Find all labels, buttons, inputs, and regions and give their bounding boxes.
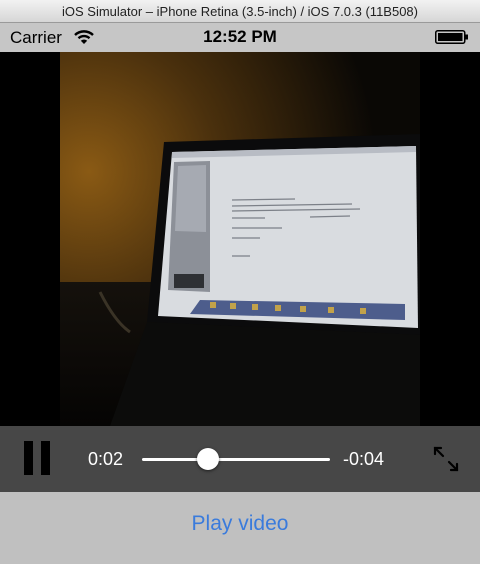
elapsed-time: 0:02 xyxy=(88,449,124,469)
progress-thumb[interactable] xyxy=(196,448,219,470)
video-view[interactable] xyxy=(0,52,480,426)
status-bar: Carrier 12:52 PM xyxy=(0,23,480,52)
play-video-button[interactable]: Play video xyxy=(0,512,480,536)
pause-icon[interactable] xyxy=(22,441,52,475)
battery-icon xyxy=(435,30,468,44)
video-frame xyxy=(60,52,420,426)
remaining-time: -0:04 xyxy=(343,449,385,469)
status-time: 12:52 PM xyxy=(203,27,277,46)
progress-track xyxy=(207,458,330,461)
fullscreen-icon[interactable] xyxy=(432,445,460,473)
simulator-title: iOS Simulator – iPhone Retina (3.5-inch)… xyxy=(62,3,418,19)
playback-controls: 0:02 -0:04 xyxy=(0,426,480,492)
progress-slider[interactable] xyxy=(142,448,330,470)
action-area: Play video xyxy=(0,492,480,564)
simulator-title-bar: iOS Simulator – iPhone Retina (3.5-inch)… xyxy=(0,0,480,23)
